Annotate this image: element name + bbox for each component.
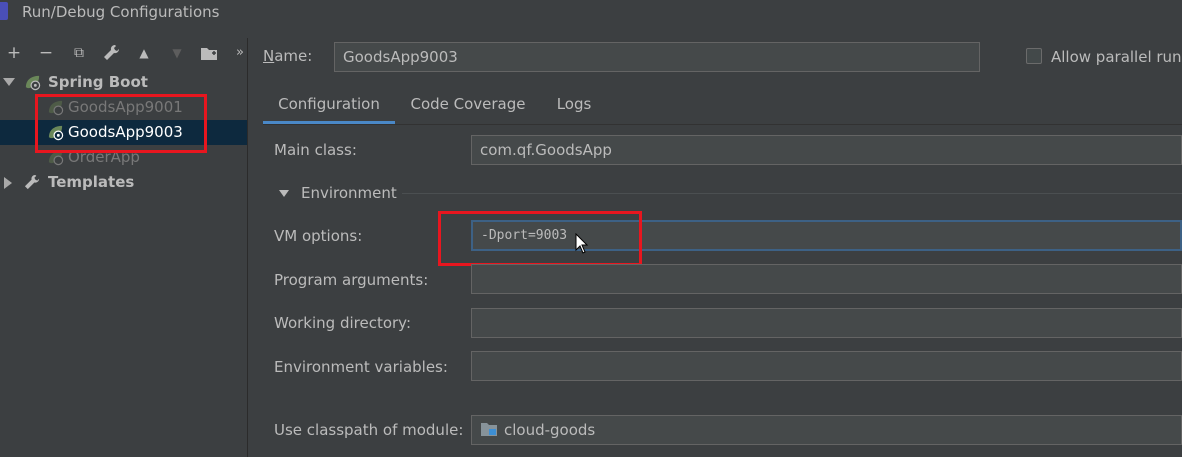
name-label: Name: [263, 47, 313, 65]
tree-node-templates[interactable]: Templates [0, 170, 247, 195]
environment-text: Environment [301, 184, 397, 202]
section-collapse-icon[interactable] [279, 190, 289, 197]
tree-node-spring-boot[interactable]: Spring Boot [0, 70, 247, 95]
tab-configuration[interactable]: Configuration [263, 90, 395, 124]
main-class-label: Main class: [274, 141, 357, 159]
panel-divider[interactable] [247, 38, 248, 457]
name-field[interactable]: GoodsApp9003 [334, 42, 980, 72]
classpath-module-select[interactable]: cloud-goods [471, 415, 1182, 445]
highlight-box-tree [35, 94, 207, 153]
module-folder-icon [481, 423, 497, 436]
working-directory-field[interactable] [471, 308, 1182, 338]
environment-variables-field[interactable] [471, 351, 1182, 381]
arrow-up-icon[interactable]: ▲ [133, 42, 155, 64]
allow-parallel-label[interactable]: Allow parallel run [1051, 48, 1182, 66]
working-directory-label: Working directory: [274, 314, 412, 332]
copy-icon[interactable]: ⧉ [68, 42, 90, 64]
title-bar: Run/Debug Configurations [0, 0, 1182, 24]
remove-icon[interactable]: − [35, 42, 57, 64]
tree-label: Templates [48, 173, 135, 191]
window-title: Run/Debug Configurations [22, 3, 220, 21]
expand-arrow-icon[interactable] [3, 78, 15, 86]
program-arguments-field[interactable] [471, 264, 1182, 294]
spring-boot-icon [25, 75, 41, 91]
wrench-icon [24, 174, 40, 190]
section-separator [402, 193, 1182, 194]
tab-code-coverage[interactable]: Code Coverage [403, 90, 533, 124]
vm-options-label: VM options: [274, 227, 363, 245]
add-icon[interactable]: + [3, 42, 25, 64]
arrow-down-icon[interactable]: ▼ [166, 42, 188, 64]
wrench-icon[interactable] [101, 42, 123, 64]
app-icon [0, 2, 8, 20]
folder-icon[interactable] [198, 42, 220, 64]
highlight-box-vm-options [438, 211, 642, 266]
environment-section-label[interactable]: Environment [301, 184, 397, 202]
allow-parallel-checkbox[interactable] [1026, 48, 1042, 64]
main-class-field[interactable]: com.qf.GoodsApp [471, 135, 1182, 165]
classpath-module-label: Use classpath of module: [274, 421, 464, 439]
name-label-text: ame: [274, 47, 313, 65]
environment-variables-label: Environment variables: [274, 358, 448, 376]
tree-label: Spring Boot [48, 73, 148, 91]
expand-arrow-icon[interactable] [4, 177, 12, 189]
program-arguments-label: Program arguments: [274, 271, 429, 289]
tab-logs[interactable]: Logs [548, 90, 600, 124]
